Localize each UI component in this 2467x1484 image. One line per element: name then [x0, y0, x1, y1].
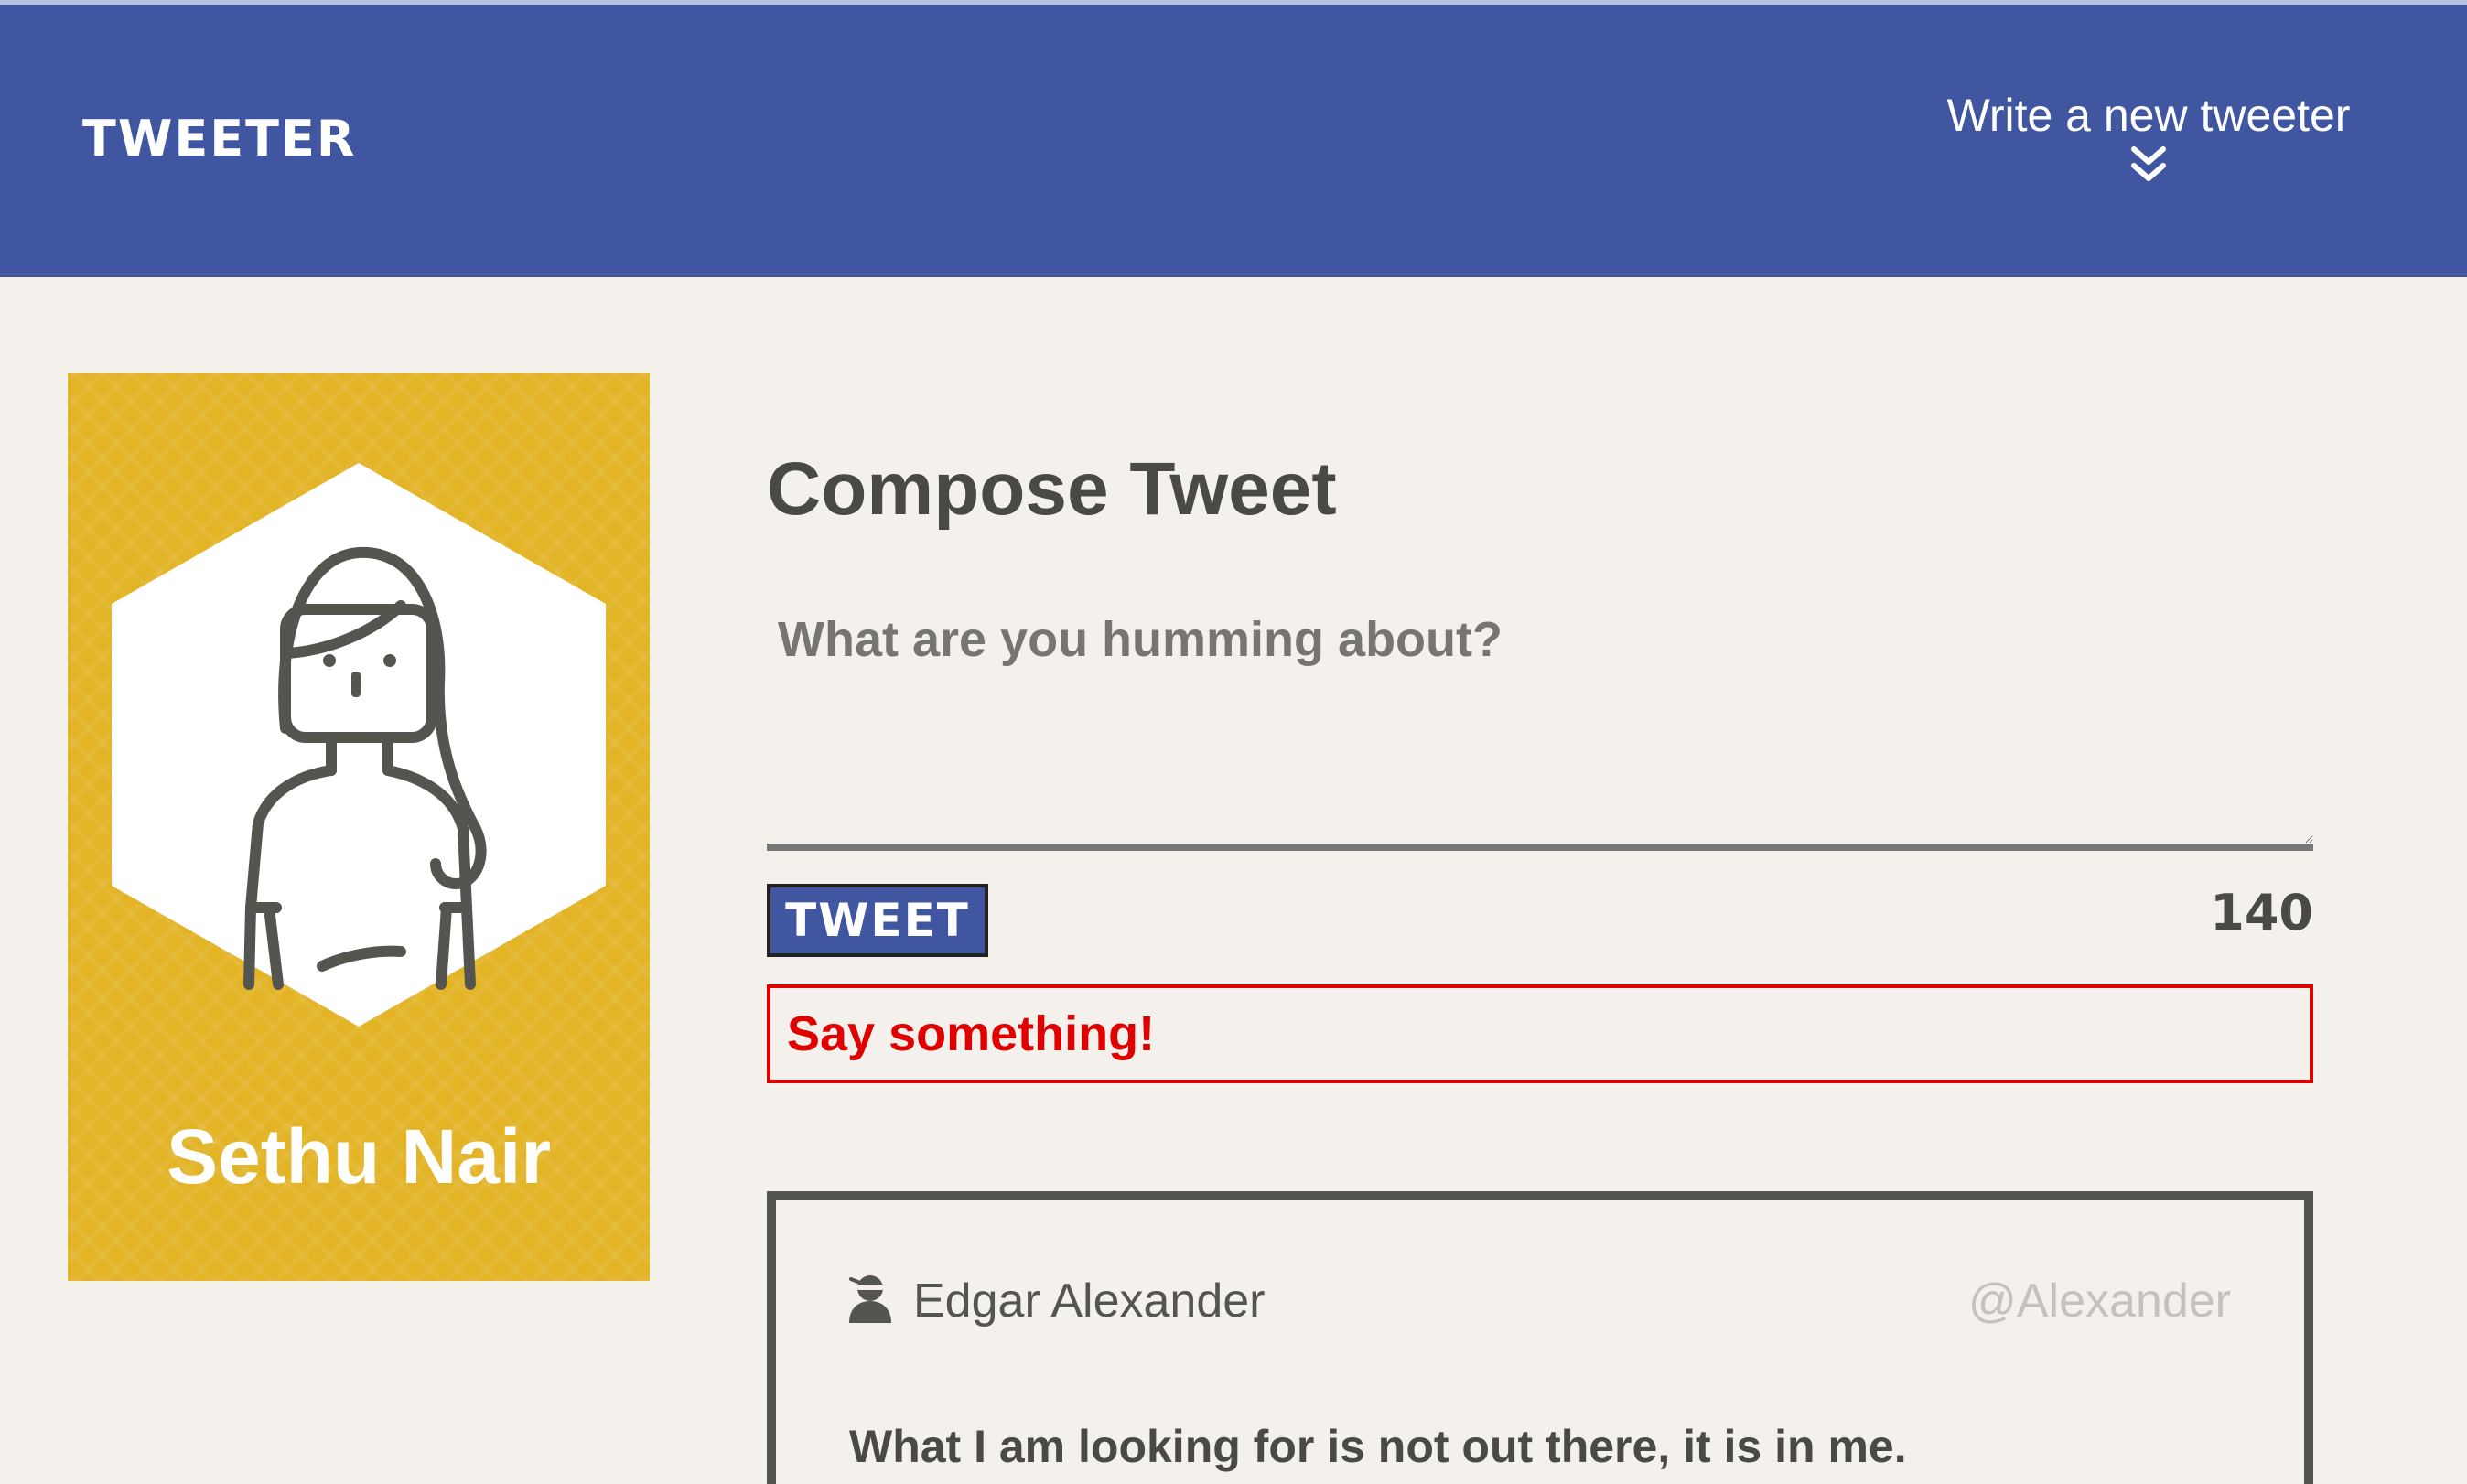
tweet-textarea[interactable] [767, 604, 2313, 851]
profile-name: Sethu Nair [166, 1113, 552, 1199]
brand-logo[interactable]: TWEETER [82, 110, 356, 167]
compose-toggle[interactable]: Write a new tweeter [1911, 89, 2386, 188]
woman-avatar-icon [112, 463, 606, 1027]
error-message: Say something! [767, 984, 2313, 1083]
ninja-avatar-icon [849, 1275, 891, 1323]
tweet-card: Edgar Alexander @Alexander What I am loo… [767, 1191, 2313, 1484]
char-counter: 140 [2210, 884, 2313, 941]
double-chevron-down-icon[interactable] [2127, 144, 2171, 188]
tweet-text: What I am looking for is not out there, … [849, 1421, 1907, 1472]
tweet-author-handle: @Alexander [1968, 1274, 2231, 1328]
profile-card: Sethu Nair [68, 373, 650, 1281]
tweet-author-name: Edgar Alexander [913, 1274, 1266, 1328]
compose-toggle-label[interactable]: Write a new tweeter [1911, 89, 2386, 142]
tweet-button[interactable]: TWEET [767, 884, 988, 957]
navbar: TWEETER Write a new tweeter [0, 5, 2467, 277]
compose-title: Compose Tweet [767, 447, 1337, 531]
